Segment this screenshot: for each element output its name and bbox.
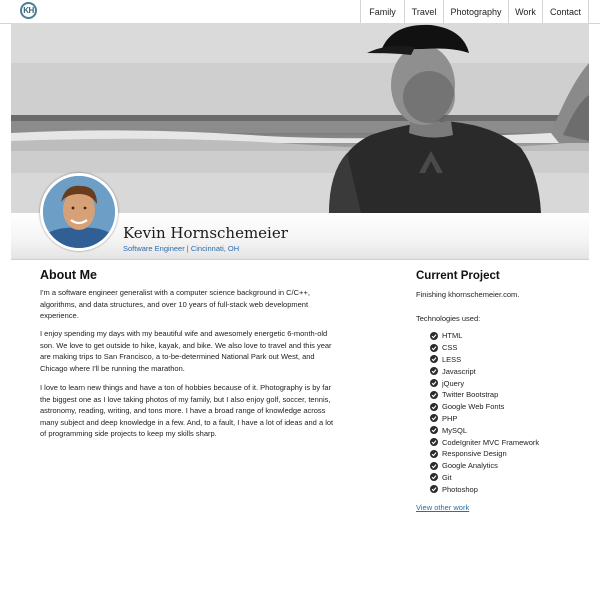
avatar-photo [43,176,115,248]
technology-label: Google Web Fonts [442,402,505,412]
technology-label: CSS [442,343,458,353]
technology-label: HTML [442,331,463,341]
check-circle-icon [430,402,438,411]
check-circle-icon [430,414,438,423]
technology-label: Twitter Bootstrap [442,390,499,400]
check-circle-icon [430,485,438,494]
technology-label: Javascript [442,366,476,376]
check-circle-icon [430,331,438,340]
check-circle-icon [430,343,438,352]
about-heading: About Me [40,268,97,282]
list-item: PHP [430,413,539,425]
check-circle-icon [430,438,438,447]
check-circle-icon [430,473,438,482]
nav-item-contact[interactable]: Contact [542,0,589,23]
list-item: CSS [430,342,539,354]
current-project-heading: Current Project [416,270,500,282]
nav-item-family[interactable]: Family [360,0,404,23]
location-link[interactable]: Cincinnati, OH [191,244,239,253]
check-circle-icon [430,379,438,388]
list-item: CodeIgniter MVC Framework [430,436,539,448]
list-item: Google Analytics [430,460,539,472]
technology-label: Git [442,472,452,482]
technologies-list: HTML CSS LESS Javascript jQuery Twitter … [430,330,539,495]
project-description: Finishing khornschemeier.com. [416,290,520,299]
list-item: HTML [430,330,539,342]
list-item: jQuery [430,377,539,389]
avatar [40,173,118,251]
technology-label: Photoshop [442,484,478,494]
kh-logo[interactable]: KH [20,2,37,19]
list-item: Google Web Fonts [430,401,539,413]
view-other-work-link[interactable]: View other work [416,503,469,512]
list-item: Javascript [430,365,539,377]
technology-label: LESS [442,354,462,364]
check-circle-icon [430,461,438,470]
about-paragraph-2: I enjoy spending my days with my beautif… [40,329,332,373]
list-item: Responsive Design [430,448,539,460]
list-item: Photoshop [430,483,539,495]
check-circle-icon [430,355,438,364]
list-item: LESS [430,354,539,366]
about-paragraph-1: I'm a software engineer generalist with … [40,288,310,320]
check-circle-icon [430,390,438,399]
profile-subtitle: Software Engineer | Cincinnati, OH [123,244,239,253]
check-circle-icon [430,426,438,435]
technology-label: CodeIgniter MVC Framework [442,437,540,447]
technology-label: Responsive Design [442,449,507,459]
technology-label: MySQL [442,425,468,435]
check-circle-icon [430,449,438,458]
nav-item-work[interactable]: Work [508,0,542,23]
nav-item-travel[interactable]: Travel [404,0,443,23]
technology-label: Google Analytics [442,461,498,471]
technology-label: PHP [442,413,458,423]
list-item: Git [430,472,539,484]
list-item: MySQL [430,424,539,436]
profile-name: Kevin Hornschemeier [123,224,288,242]
technologies-label: Technologies used: [416,314,481,323]
technology-label: jQuery [442,378,465,388]
top-navbar: KH Family Travel Photography Work Contac… [0,0,600,24]
main-nav: Family Travel Photography Work Contact [360,0,589,23]
nav-item-photography[interactable]: Photography [443,0,508,23]
list-item: Twitter Bootstrap [430,389,539,401]
job-title-link[interactable]: Software Engineer [123,244,185,253]
about-paragraph-3: I love to learn new things and have a to… [40,383,334,438]
check-circle-icon [430,367,438,376]
